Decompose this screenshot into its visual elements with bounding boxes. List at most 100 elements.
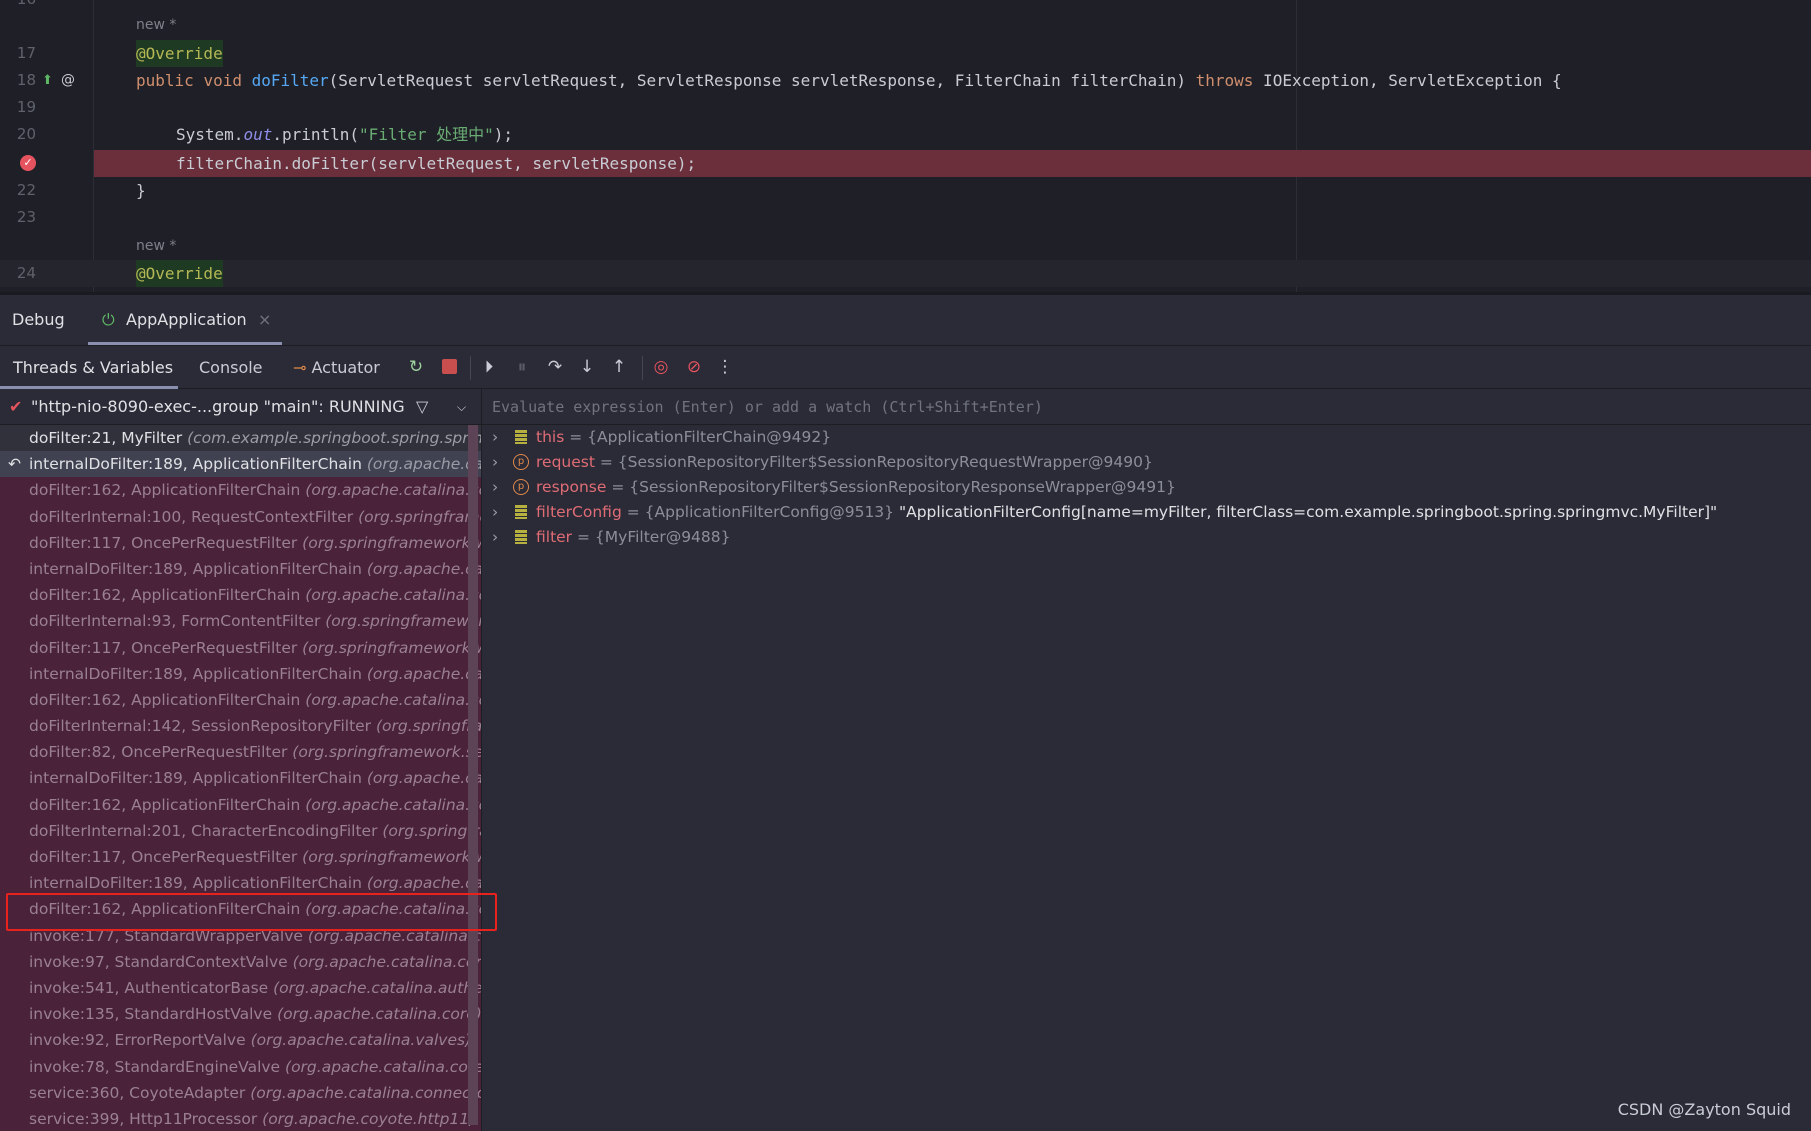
thread-selector[interactable]: ✔ "http-nio-8090-exec-...group "main": R…: [0, 389, 481, 425]
variable-row[interactable]: › p request = {SessionRepositoryFilter$Ses…: [482, 450, 1811, 475]
frame-method: doFilter:162, ApplicationFilterChain: [29, 481, 306, 500]
annotation: @Override: [136, 260, 223, 287]
stack-frame[interactable]: doFilter:117, OncePerRequestFilter (org.…: [0, 635, 481, 661]
stack-frame[interactable]: internalDoFilter:189, ApplicationFilterC…: [0, 661, 481, 687]
stack-frame[interactable]: internalDoFilter:189, ApplicationFilterC…: [0, 556, 481, 582]
stack-frame[interactable]: doFilterInternal:100, RequestContextFilt…: [0, 504, 481, 530]
stack-frame[interactable]: doFilter:82, OncePerRequestFilter (org.s…: [0, 739, 481, 765]
frame-method: doFilter:117, OncePerRequestFilter: [29, 533, 303, 552]
variable-string: "ApplicationFilterConfig[name=myFilter, …: [898, 503, 1718, 521]
variable-value: {MyFilter@9488}: [594, 528, 731, 546]
code-line-18: public void doFilter(ServletRequest serv…: [136, 71, 1562, 90]
step-into-icon[interactable]: ↓: [576, 356, 598, 378]
stack-frame[interactable]: invoke:92, ErrorReportValve (org.apache.…: [0, 1027, 481, 1053]
stack-frame[interactable]: doFilter:21, MyFilter (com.example.sprin…: [0, 425, 481, 452]
stack-frame[interactable]: doFilter:162, ApplicationFilterChain (or…: [0, 582, 481, 608]
stack-frame[interactable]: invoke:135, StandardHostValve (org.apach…: [0, 1001, 481, 1027]
at-annotation-icon: @: [61, 72, 75, 88]
tab-app-application[interactable]: ⏻ AppApplication ×: [88, 295, 282, 345]
spring-run-icon: ⏻: [102, 310, 115, 329]
expand-chevron-icon[interactable]: ›: [492, 425, 498, 450]
frames-scrollbar[interactable]: [468, 425, 478, 1125]
pause-icon[interactable]: ⏸: [511, 356, 533, 378]
expand-chevron-icon[interactable]: ›: [492, 500, 498, 525]
field-icon: [515, 530, 527, 544]
stack-frame[interactable]: doFilterInternal:93, FormContentFilter (…: [0, 608, 481, 634]
frame-method: internalDoFilter:189, ApplicationFilterC…: [29, 769, 367, 788]
variable-name: request: [536, 453, 595, 471]
evaluate-expression-input[interactable]: Evaluate expression (Enter) or add a wat…: [482, 389, 1811, 425]
code-editor[interactable]: 16 new * 17@Override 18 ⬆ @ public void …: [0, 0, 1811, 292]
frame-package: (org.apache.catalina.authenticator): [273, 978, 481, 997]
tab-actuator[interactable]: ⊸ Actuator: [293, 346, 380, 389]
stack-frame[interactable]: internalDoFilter:189, ApplicationFilterC…: [0, 765, 481, 791]
stack-frame[interactable]: doFilter:162, ApplicationFilterChain (or…: [0, 477, 481, 503]
variable-value: {ApplicationFilterChain@9492}: [587, 428, 832, 446]
variables-tree[interactable]: › this = {ApplicationFilterChain@9492} › p…: [482, 425, 1811, 1131]
frame-method: doFilterInternal:201, CharacterEncodingF…: [29, 821, 383, 840]
expand-chevron-icon[interactable]: ›: [492, 525, 498, 550]
stack-frame[interactable]: service:360, CoyoteAdapter (org.apache.c…: [0, 1080, 481, 1106]
stack-frame[interactable]: service:399, Http11Processor (org.apache…: [0, 1106, 481, 1131]
stop-icon[interactable]: [438, 356, 460, 378]
tab-console[interactable]: Console: [199, 346, 263, 389]
more-options-icon[interactable]: ⋮: [714, 356, 736, 378]
stack-frame[interactable]: doFilter:117, OncePerRequestFilter (org.…: [0, 844, 481, 870]
variable-row[interactable]: › p response = {SessionRepositoryFilter$Se…: [482, 475, 1811, 500]
expand-chevron-icon[interactable]: ›: [492, 475, 498, 500]
stack-frame[interactable]: invoke:97, StandardContextValve (org.apa…: [0, 949, 481, 975]
debug-tool-window-header: Debug ⏻ AppApplication ×: [0, 292, 1811, 345]
variable-row[interactable]: › filter = {MyFilter@9488}: [482, 525, 1811, 550]
implements-method-icon[interactable]: ⬆: [42, 67, 53, 94]
frame-method: doFilter:117, OncePerRequestFilter: [29, 848, 303, 866]
annotation: @Override: [136, 40, 223, 67]
debug-toolbar: Threads & Variables Console ⊸ Actuator ↻…: [0, 345, 1811, 389]
stack-frame[interactable]: doFilter:162, ApplicationFilterChain (or…: [0, 792, 481, 818]
author-hint: new *: [136, 17, 177, 33]
filter-icon[interactable]: ▽: [416, 389, 428, 425]
line-number: 22: [16, 181, 36, 199]
parameter-icon: p: [513, 454, 529, 470]
code-line-20: System.out.println("Filter 处理中");: [176, 125, 514, 144]
frame-package: (org.springframework.web.filter): [302, 638, 481, 657]
frame-package: (org.apache.catalina.valves): [250, 1031, 472, 1050]
stack-frames-list[interactable]: doFilter:21, MyFilter (com.example.sprin…: [0, 425, 481, 1131]
field-icon: [515, 430, 527, 444]
stack-frame[interactable]: doFilterInternal:142, SessionRepositoryF…: [0, 713, 481, 739]
frame-package: (org.springframework.web.filter): [302, 533, 481, 552]
line-number: 23: [16, 208, 36, 226]
stack-frame[interactable]: ↶ internalDoFilter:189, ApplicationFilter…: [0, 451, 481, 478]
stack-frame[interactable]: invoke:541, AuthenticatorBase (org.apach…: [0, 975, 481, 1001]
expand-chevron-icon[interactable]: ›: [492, 450, 498, 475]
mute-breakpoints-icon[interactable]: ⊘: [683, 356, 705, 378]
frame-package: (org.apache.coyote.http11): [262, 1109, 476, 1128]
variable-row[interactable]: › this = {ApplicationFilterChain@9492}: [482, 425, 1811, 450]
tab-threads-variables[interactable]: Threads & Variables: [0, 346, 178, 389]
stack-frame[interactable]: doFilter:162, ApplicationFilterChain (or…: [0, 687, 481, 713]
frame-method: service:399, Http11Processor: [29, 1109, 263, 1128]
drop-frame-icon[interactable]: ↶: [8, 451, 21, 477]
frame-package: (org.apache.catalina.core): [305, 690, 481, 709]
close-icon[interactable]: ×: [258, 295, 271, 345]
rerun-icon[interactable]: ↻: [405, 356, 427, 378]
view-breakpoints-icon[interactable]: ◎: [650, 356, 672, 378]
step-out-icon[interactable]: ↑: [608, 356, 630, 378]
frame-method: doFilterInternal:142, SessionRepositoryF…: [29, 717, 376, 736]
breakpoint-line: filterChain.doFilter(servletRequest, ser…: [94, 150, 1811, 177]
variable-name: filter: [536, 528, 573, 546]
frame-package: (org.apache.catalina.core): [277, 1005, 481, 1024]
stack-frame[interactable]: doFilterInternal:201, CharacterEncodingF…: [0, 818, 481, 844]
frame-package: (org.springframework.session.web.http): [292, 743, 481, 762]
frame-package: (org.apache.catalina.core): [366, 664, 481, 683]
stack-frame[interactable]: invoke:78, StandardEngineValve (org.apac…: [0, 1054, 481, 1080]
resume-icon[interactable]: ⏵: [478, 356, 500, 378]
chevron-down-icon[interactable]: ⌵: [457, 389, 466, 425]
frame-method: internalDoFilter:189, ApplicationFilterC…: [29, 559, 367, 578]
step-over-icon[interactable]: ↷: [544, 356, 566, 378]
variable-row[interactable]: › filterConfig = {ApplicationFilterConfig…: [482, 500, 1811, 525]
author-hint: new *: [136, 238, 177, 254]
breakpoint-icon[interactable]: ✓: [20, 155, 36, 171]
variable-value: {SessionRepositoryFilter$SessionReposito…: [629, 478, 1176, 496]
stack-frame[interactable]: doFilter:117, OncePerRequestFilter (org.…: [0, 530, 481, 556]
frame-package: (org.springframework.web.filter): [302, 848, 481, 866]
